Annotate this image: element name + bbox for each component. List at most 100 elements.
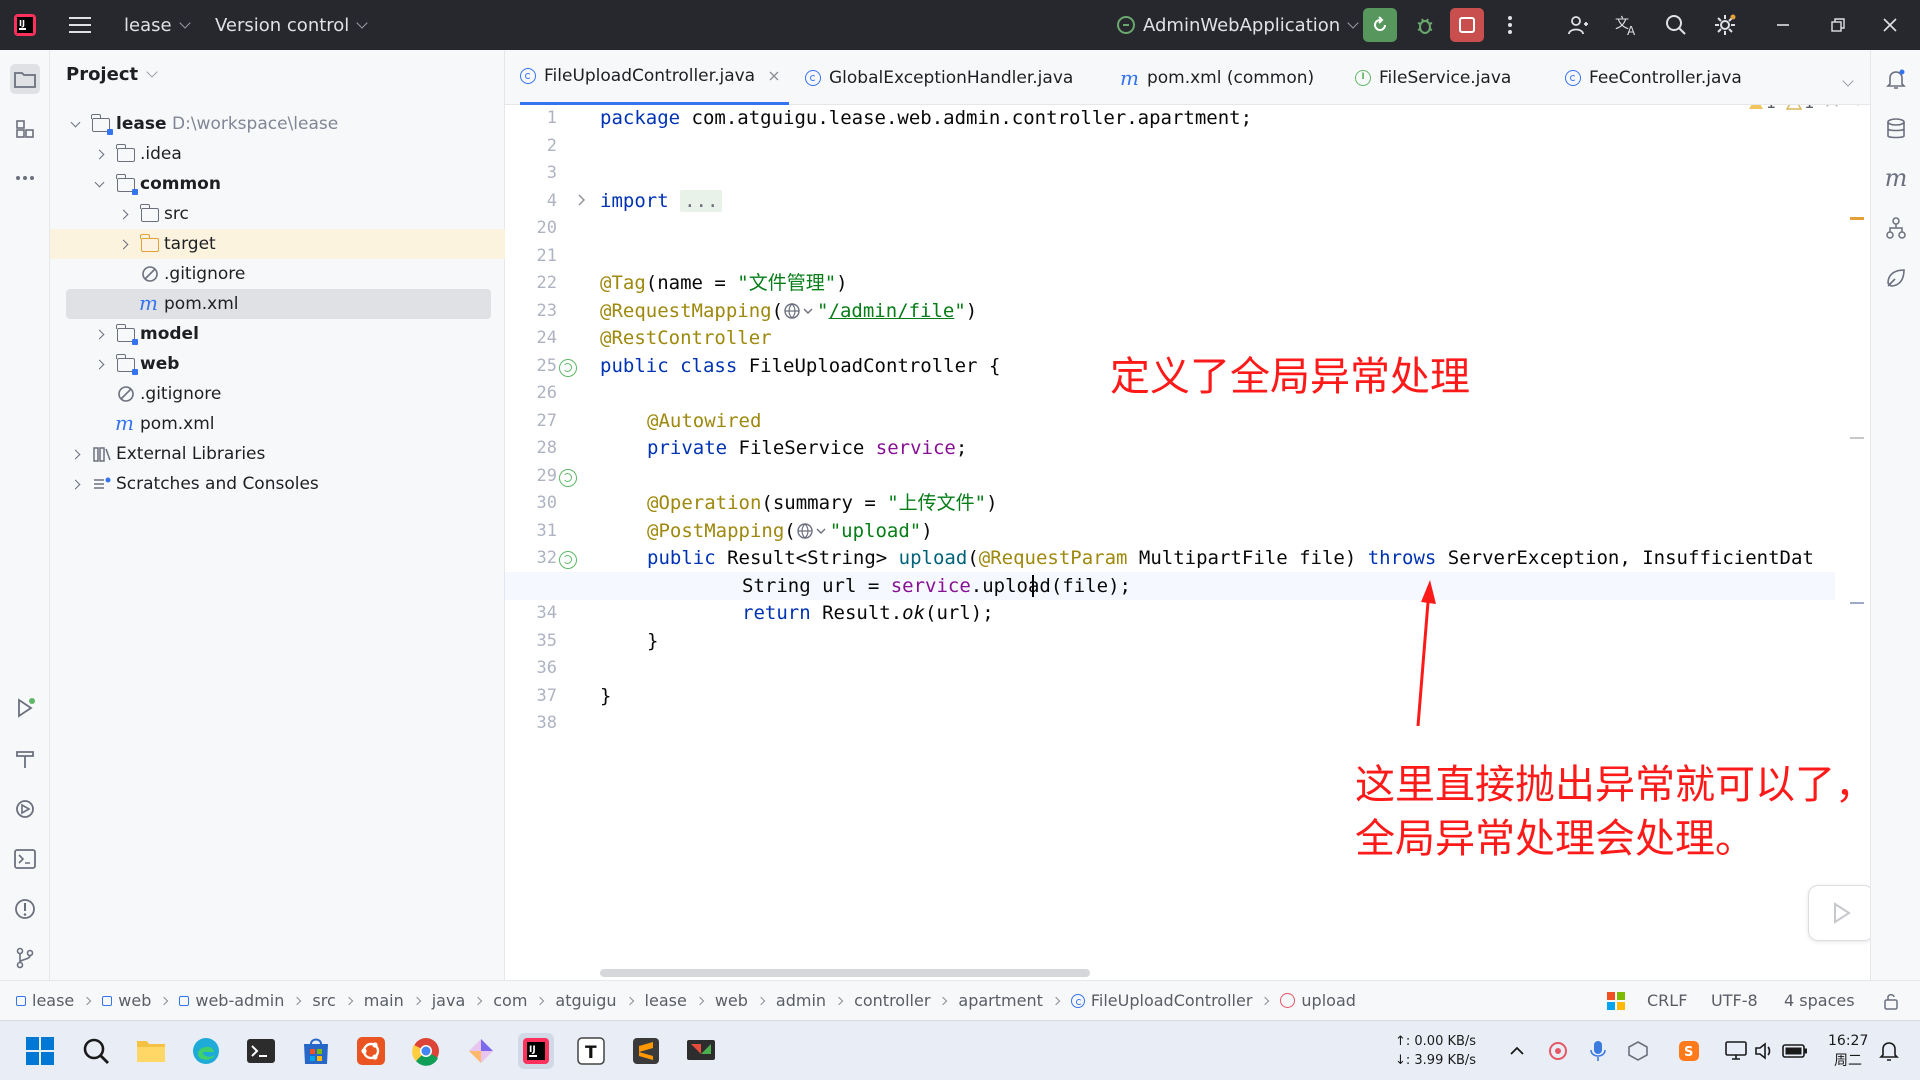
project-panel-header[interactable]: Project (66, 64, 158, 85)
tree-item-idea[interactable]: .idea (50, 139, 505, 169)
tab-overflow-chevron-icon[interactable] (1835, 70, 1854, 89)
fold-arrow-icon[interactable] (577, 194, 587, 206)
microphone-icon[interactable] (1585, 1033, 1611, 1069)
globe-url-icon[interactable] (783, 302, 817, 320)
breadcrumb-item[interactable]: apartment (958, 991, 1042, 1010)
problems-icon[interactable] (10, 894, 40, 924)
next-highlight-icon[interactable] (1852, 105, 1865, 106)
globe-url-icon[interactable] (796, 522, 830, 540)
settings-gear-icon[interactable] (1710, 10, 1740, 40)
tab-file-upload-controller[interactable]: FileUploadController.java (520, 50, 790, 105)
expand-arrow-icon[interactable] (70, 117, 81, 127)
breadcrumb-item[interactable]: atguigu (555, 991, 616, 1010)
expand-arrow-icon[interactable] (94, 329, 105, 339)
more-tools-icon[interactable] (10, 163, 40, 193)
taskbar-search-icon[interactable] (78, 1033, 114, 1069)
expand-arrow-icon[interactable] (94, 177, 105, 187)
stop-button[interactable] (1450, 8, 1484, 42)
expand-arrow-icon[interactable] (94, 149, 105, 159)
git-branch-icon[interactable] (10, 943, 40, 973)
expand-arrow-icon[interactable] (118, 239, 129, 249)
tab-pom-common[interactable]: m pom.xml (common) (1120, 50, 1314, 105)
volume-icon[interactable] (1752, 1033, 1778, 1069)
scrollbar-marker[interactable] (1850, 602, 1864, 604)
breadcrumb-item[interactable]: src (312, 991, 335, 1010)
scrollbar-warning-marker[interactable] (1850, 217, 1864, 220)
folded-imports[interactable]: ... (680, 189, 723, 212)
close-tab-icon[interactable] (769, 71, 779, 81)
tree-item-gitignore-root[interactable]: .gitignore (50, 379, 505, 409)
horizontal-scrollbar[interactable] (600, 969, 1090, 977)
typora-icon[interactable]: T (573, 1033, 609, 1069)
tree-item-pom-xml[interactable]: m pom.xml (66, 289, 491, 319)
restore-window-icon[interactable] (1823, 10, 1853, 40)
breadcrumb-item[interactable]: web (102, 991, 151, 1010)
tree-item-web[interactable]: web (50, 349, 505, 379)
maven-tool-icon[interactable]: m (1881, 163, 1911, 193)
terminal-app-icon[interactable] (243, 1033, 279, 1069)
windows-logo-status-icon[interactable] (1607, 992, 1625, 1014)
build-hammer-icon[interactable] (10, 744, 40, 774)
breadcrumb-item[interactable]: controller (854, 991, 930, 1010)
terminal-icon[interactable] (10, 844, 40, 874)
breadcrumb-item[interactable]: lease (645, 991, 687, 1010)
windows-start-icon[interactable] (22, 1033, 58, 1069)
breadcrumb-item[interactable]: main (364, 991, 404, 1010)
breadcrumb-item[interactable]: admin (776, 991, 826, 1010)
line-ending-selector[interactable]: CRLF (1647, 991, 1687, 1010)
encoding-selector[interactable]: UTF-8 (1711, 991, 1758, 1010)
breadcrumb-item[interactable]: web-admin (179, 991, 284, 1010)
tab-file-service[interactable]: I FileService.java (1355, 50, 1511, 105)
tray-expand-chevron-icon[interactable] (1505, 1033, 1529, 1069)
tray-network-icon[interactable] (1625, 1033, 1651, 1069)
structure-icon[interactable] (10, 114, 40, 144)
scrollbar-marker[interactable] (1850, 437, 1864, 439)
microsoft-store-icon[interactable] (298, 1033, 334, 1069)
intellij-logo-icon[interactable]: IJ (10, 10, 40, 40)
intellij-taskbar-icon[interactable]: IJ (518, 1033, 554, 1069)
tree-item-common[interactable]: common (50, 169, 505, 199)
services-icon[interactable] (10, 794, 40, 824)
tray-app-icon[interactable] (1545, 1033, 1571, 1069)
debug-button[interactable] (1410, 10, 1440, 40)
clock[interactable]: 16:27 周二 (1828, 1031, 1868, 1071)
notifications-bell-icon[interactable] (1881, 64, 1911, 94)
breadcrumb-item[interactable]: lease (16, 991, 74, 1010)
search-icon[interactable] (1661, 10, 1691, 40)
tree-item-pom-xml-root[interactable]: m pom.xml (50, 409, 505, 439)
breadcrumb-item[interactable]: java (432, 991, 466, 1010)
close-window-icon[interactable] (1875, 10, 1905, 40)
expand-arrow-icon[interactable] (118, 209, 129, 219)
sublime-text-icon[interactable] (628, 1033, 664, 1069)
tree-item-model[interactable]: model (50, 319, 505, 349)
notification-center-bell-icon[interactable] (1876, 1033, 1902, 1069)
indent-selector[interactable]: 4 spaces (1784, 991, 1855, 1010)
expand-arrow-icon[interactable] (70, 479, 81, 489)
endpoint-gutter-icon[interactable] (559, 551, 577, 569)
bean-gutter-icon[interactable] (559, 469, 577, 487)
hierarchy-icon[interactable] (1881, 213, 1911, 243)
chrome-browser-icon[interactable] (408, 1033, 444, 1069)
main-menu-icon[interactable] (65, 10, 95, 40)
ubuntu-icon[interactable] (353, 1033, 389, 1069)
rerun-button[interactable] (1363, 8, 1397, 42)
breadcrumb-item[interactable]: com (493, 991, 527, 1010)
more-actions-icon[interactable] (1495, 10, 1525, 40)
breadcrumb-item[interactable]: FileUploadController (1070, 991, 1252, 1010)
run-tool-icon[interactable] (10, 693, 40, 723)
diamond-app-icon[interactable] (463, 1033, 499, 1069)
tree-item-gitignore[interactable]: .gitignore (50, 259, 505, 289)
run-config-selector[interactable]: AdminWebApplication (1115, 0, 1359, 50)
tree-item-external-libraries[interactable]: External Libraries (50, 439, 505, 469)
inspection-widget[interactable]: 1 1 (1748, 105, 1865, 112)
translate-icon[interactable]: 文A (1612, 10, 1642, 40)
breadcrumb-item[interactable]: web (715, 991, 748, 1010)
project-tool-folder-icon[interactable] (10, 64, 40, 94)
display-icon[interactable] (1723, 1033, 1749, 1069)
vcs-menu[interactable]: Version control (215, 0, 368, 50)
tree-item-target[interactable]: target (50, 229, 505, 259)
tree-item-src[interactable]: src (50, 199, 505, 229)
project-switcher[interactable]: lease (124, 0, 191, 50)
tree-item-scratches[interactable]: Scratches and Consoles (50, 469, 505, 499)
play-overlay-button[interactable] (1808, 885, 1870, 941)
